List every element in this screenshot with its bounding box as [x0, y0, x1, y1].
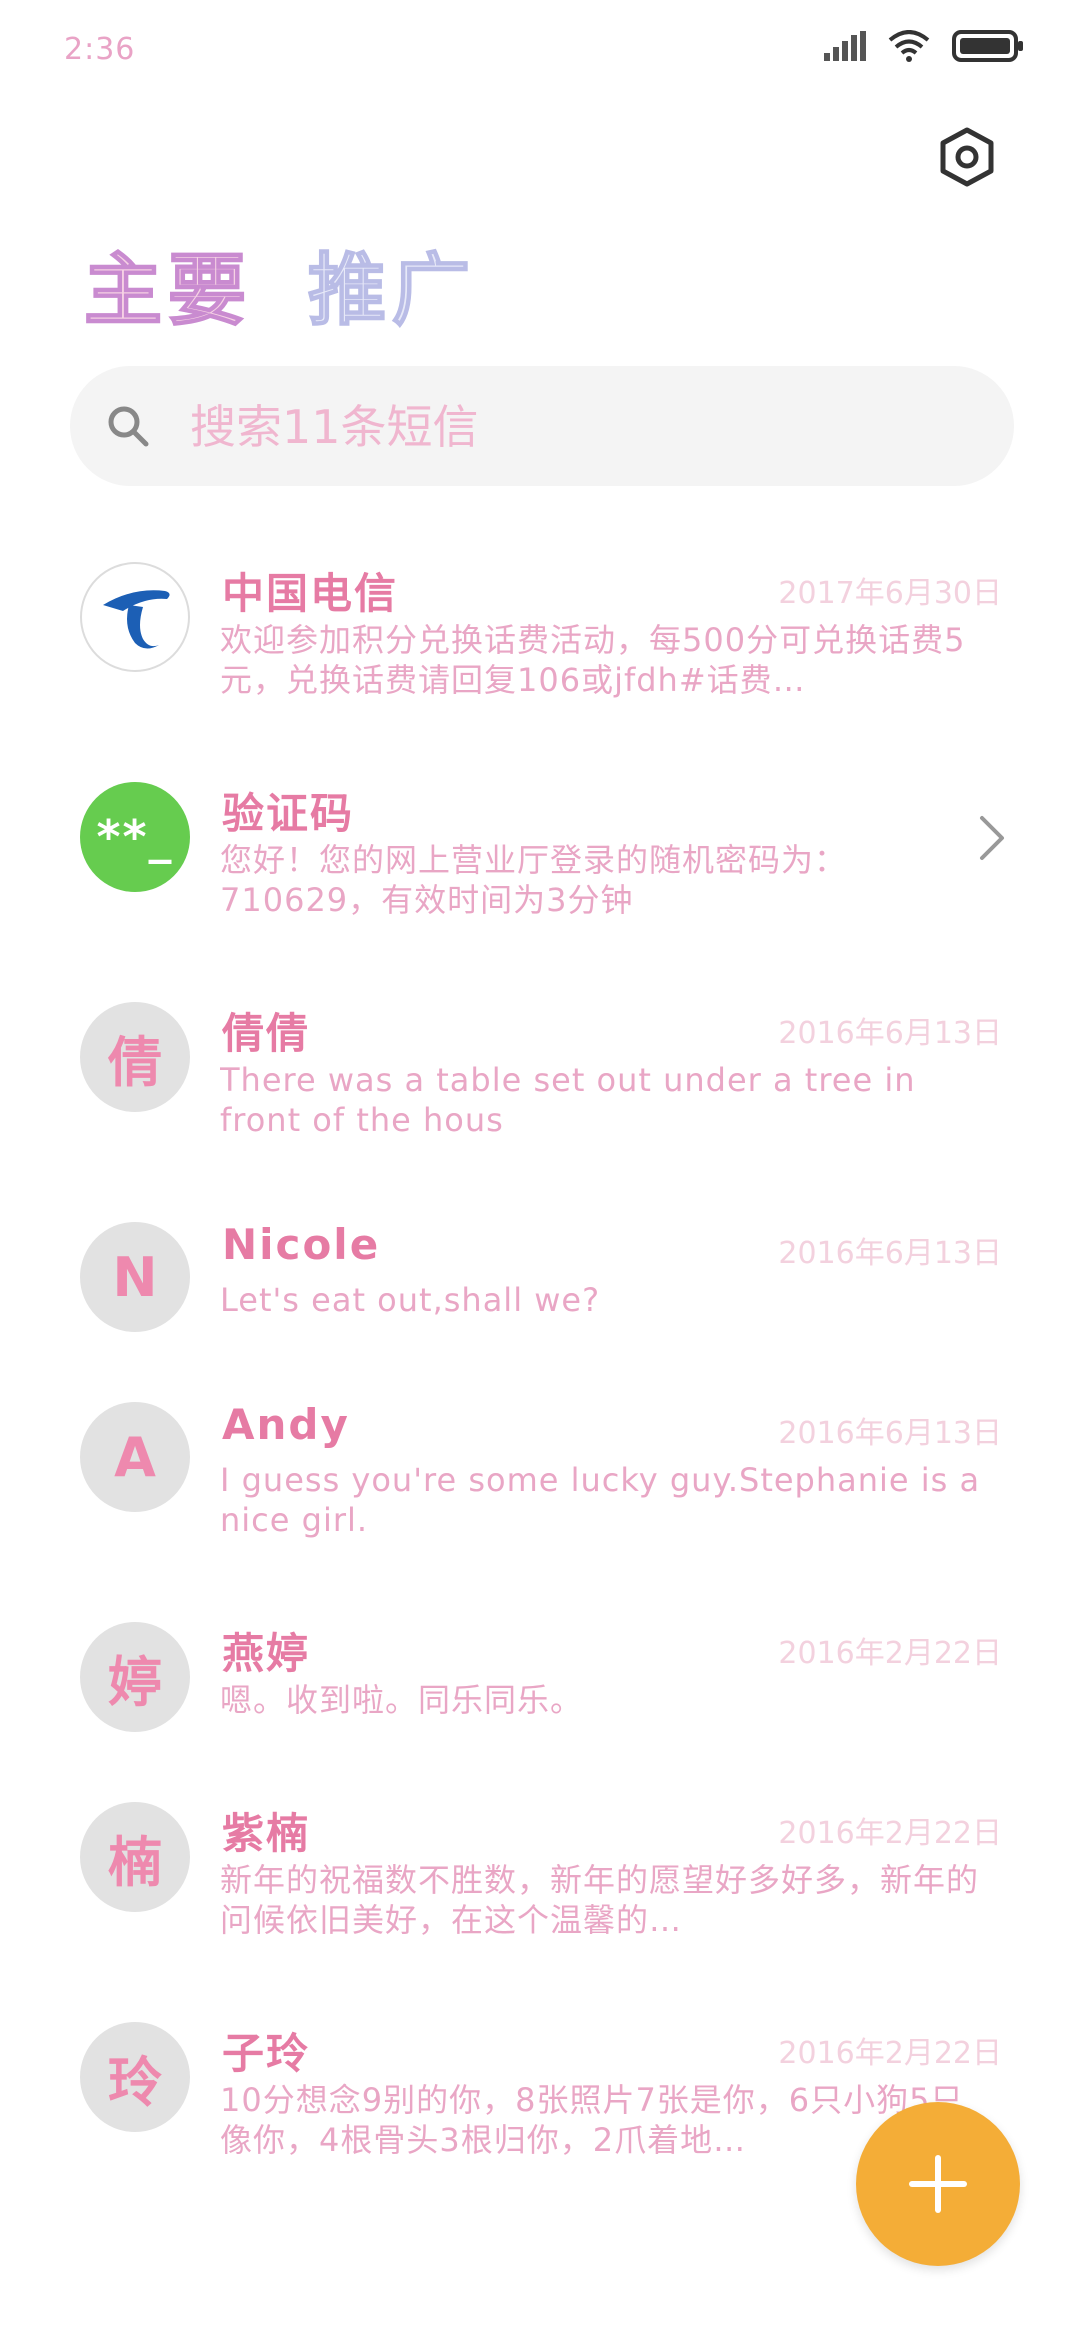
conversation-name: 子玲	[222, 2029, 311, 2078]
conversation-name: 验证码	[222, 789, 355, 838]
conversation-name: 倩倩	[222, 1009, 311, 1058]
conversation-preview: 新年的祝福数不胜数，新年的愿望好多好多，新年的问候依旧美好，在这个温馨的…	[220, 1861, 980, 1939]
status-icons	[824, 30, 1024, 62]
search-input[interactable]	[188, 390, 972, 464]
new-message-button[interactable]	[856, 2102, 1020, 2266]
conversation-preview: 您好！您的网上营业厅登录的随机密码为：710629，有效时间为3分钟	[220, 841, 848, 919]
telecom-logo-icon	[103, 590, 170, 649]
conversation-preview: Let's eat out,shall we?	[220, 1281, 601, 1319]
conversation-name: 紫楠	[222, 1809, 311, 1858]
conversation-name: 中国电信	[222, 569, 399, 618]
avatar: 玲	[80, 2022, 190, 2132]
avatar: **_	[80, 782, 190, 892]
search-bar[interactable]	[70, 366, 1014, 486]
conversation-date: 2016年2月22日	[778, 1816, 1002, 1851]
conversation-date: 2016年6月13日	[778, 1416, 1002, 1451]
conversation-preview: I guess you're some lucky guy.Stephanie …	[220, 1461, 981, 1539]
conversation-date: 2016年2月22日	[778, 1636, 1002, 1671]
conversation-item[interactable]: 中国电信 2017年6月30日 欢迎参加积分兑换话费活动，每500分可兑换话费5…	[0, 520, 1080, 720]
clock: 2:36	[64, 32, 136, 67]
avatar	[80, 562, 190, 672]
avatar: 婷	[80, 1622, 190, 1732]
conversation-preview: 嗯。收到啦。同乐同乐。	[220, 1681, 584, 1719]
avatar: A	[80, 1402, 190, 1512]
settings-button[interactable]	[932, 122, 1002, 192]
conversation-name: 燕婷	[222, 1629, 311, 1678]
plus-icon	[909, 2155, 967, 2213]
conversation-preview: There was a table set out under a tree i…	[220, 1061, 916, 1139]
signal-icon	[824, 31, 866, 61]
avatar: 倩	[80, 1002, 190, 1112]
status-bar: 2:36	[0, 0, 1080, 100]
avatar: 楠	[80, 1802, 190, 1912]
conversation-date: 2016年6月13日	[778, 1016, 1002, 1051]
conversation-name: Andy	[222, 1400, 350, 1449]
conversation-item[interactable]: 倩 倩倩 2016年6月13日 There was a table set ou…	[0, 960, 1080, 1160]
conversation-item[interactable]: **_ 验证码 您好！您的网上营业厅登录的随机密码为：710629，有效时间为3…	[0, 740, 1080, 940]
tab-main[interactable]: 主要	[83, 228, 252, 340]
conversation-item[interactable]: 婷 燕婷 2016年2月22日 嗯。收到啦。同乐同乐。	[0, 1580, 1080, 1760]
tab-bar: 主要 推广	[83, 228, 476, 340]
conversation-preview: 欢迎参加积分兑换话费活动，每500分可兑换话费5元，兑换话费请回复106或jfd…	[220, 621, 966, 699]
conversation-name: Nicole	[222, 1220, 381, 1269]
conversation-item[interactable]: N Nicole 2016年6月13日 Let's eat out,shall …	[0, 1180, 1080, 1360]
chevron-right-icon[interactable]	[974, 814, 1010, 862]
settings-icon	[940, 127, 994, 187]
conversation-date: 2017年6月30日	[778, 576, 1002, 611]
battery-icon	[952, 30, 1023, 62]
conversation-item[interactable]: 楠 紫楠 2016年2月22日 新年的祝福数不胜数，新年的愿望好多好多，新年的问…	[0, 1760, 1080, 1960]
avatar: N	[80, 1222, 190, 1332]
conversation-date: 2016年2月22日	[778, 2036, 1002, 2071]
search-icon	[108, 406, 149, 447]
conversation-item[interactable]: A Andy 2016年6月13日 I guess you're some lu…	[0, 1360, 1080, 1560]
wifi-icon	[888, 30, 930, 62]
tab-promotions[interactable]: 推广	[307, 228, 476, 340]
conversation-date: 2016年6月13日	[778, 1236, 1002, 1271]
